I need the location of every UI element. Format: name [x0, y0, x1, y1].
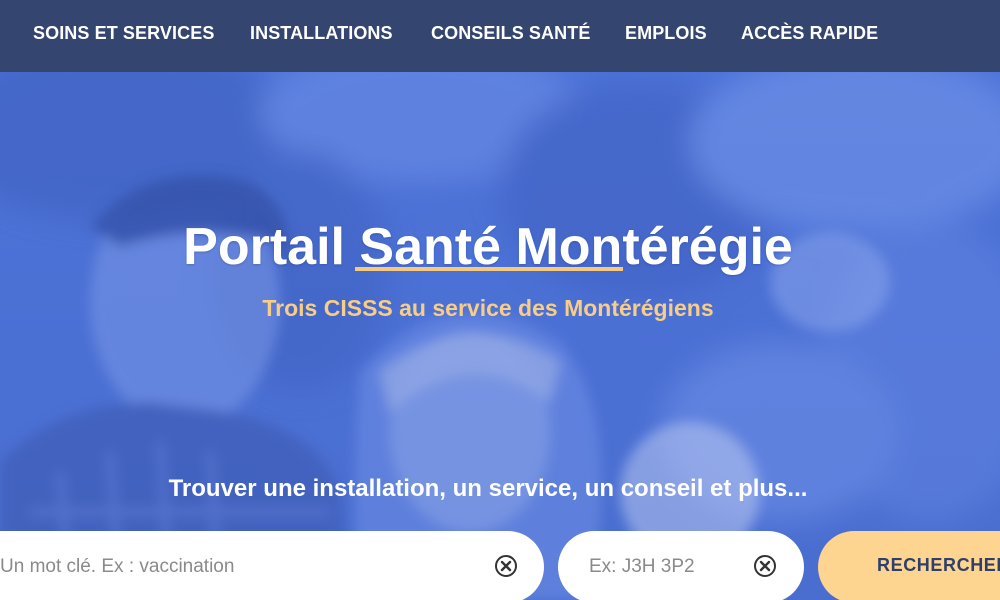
nav-item-soins-et-services[interactable]: SOINS ET SERVICES: [33, 21, 214, 45]
postal-code-input[interactable]: [589, 531, 749, 600]
nav-item-acces-rapide[interactable]: ACCÈS RAPIDE: [741, 21, 878, 45]
search-button-label: RECHERCHER: [877, 555, 1000, 575]
search-heading: Trouver une installation, un service, un…: [168, 475, 808, 502]
hero-banner: [0, 72, 1000, 600]
hero-subtitle: Trois CISSS au service des Montérégiens: [262, 295, 714, 321]
clear-keyword-icon[interactable]: [494, 554, 518, 578]
page: SOINS ET SERVICES INSTALLATIONS CONSEILS…: [0, 0, 1000, 600]
keyword-field: [0, 531, 544, 600]
search-button[interactable]: RECHERCHER: [818, 531, 1000, 600]
nav-item-emplois[interactable]: EMPLOIS: [625, 21, 707, 45]
clear-postal-code-icon[interactable]: [753, 554, 777, 578]
title-divider: [355, 267, 623, 271]
keyword-search-input[interactable]: [0, 531, 480, 600]
top-navigation: SOINS ET SERVICES INSTALLATIONS CONSEILS…: [0, 0, 1000, 72]
nav-item-installations[interactable]: INSTALLATIONS: [250, 21, 393, 45]
hero-photo: [0, 72, 1000, 600]
postal-code-field: [558, 531, 804, 600]
nav-item-conseils-sante[interactable]: CONSEILS SANTÉ: [431, 21, 590, 45]
